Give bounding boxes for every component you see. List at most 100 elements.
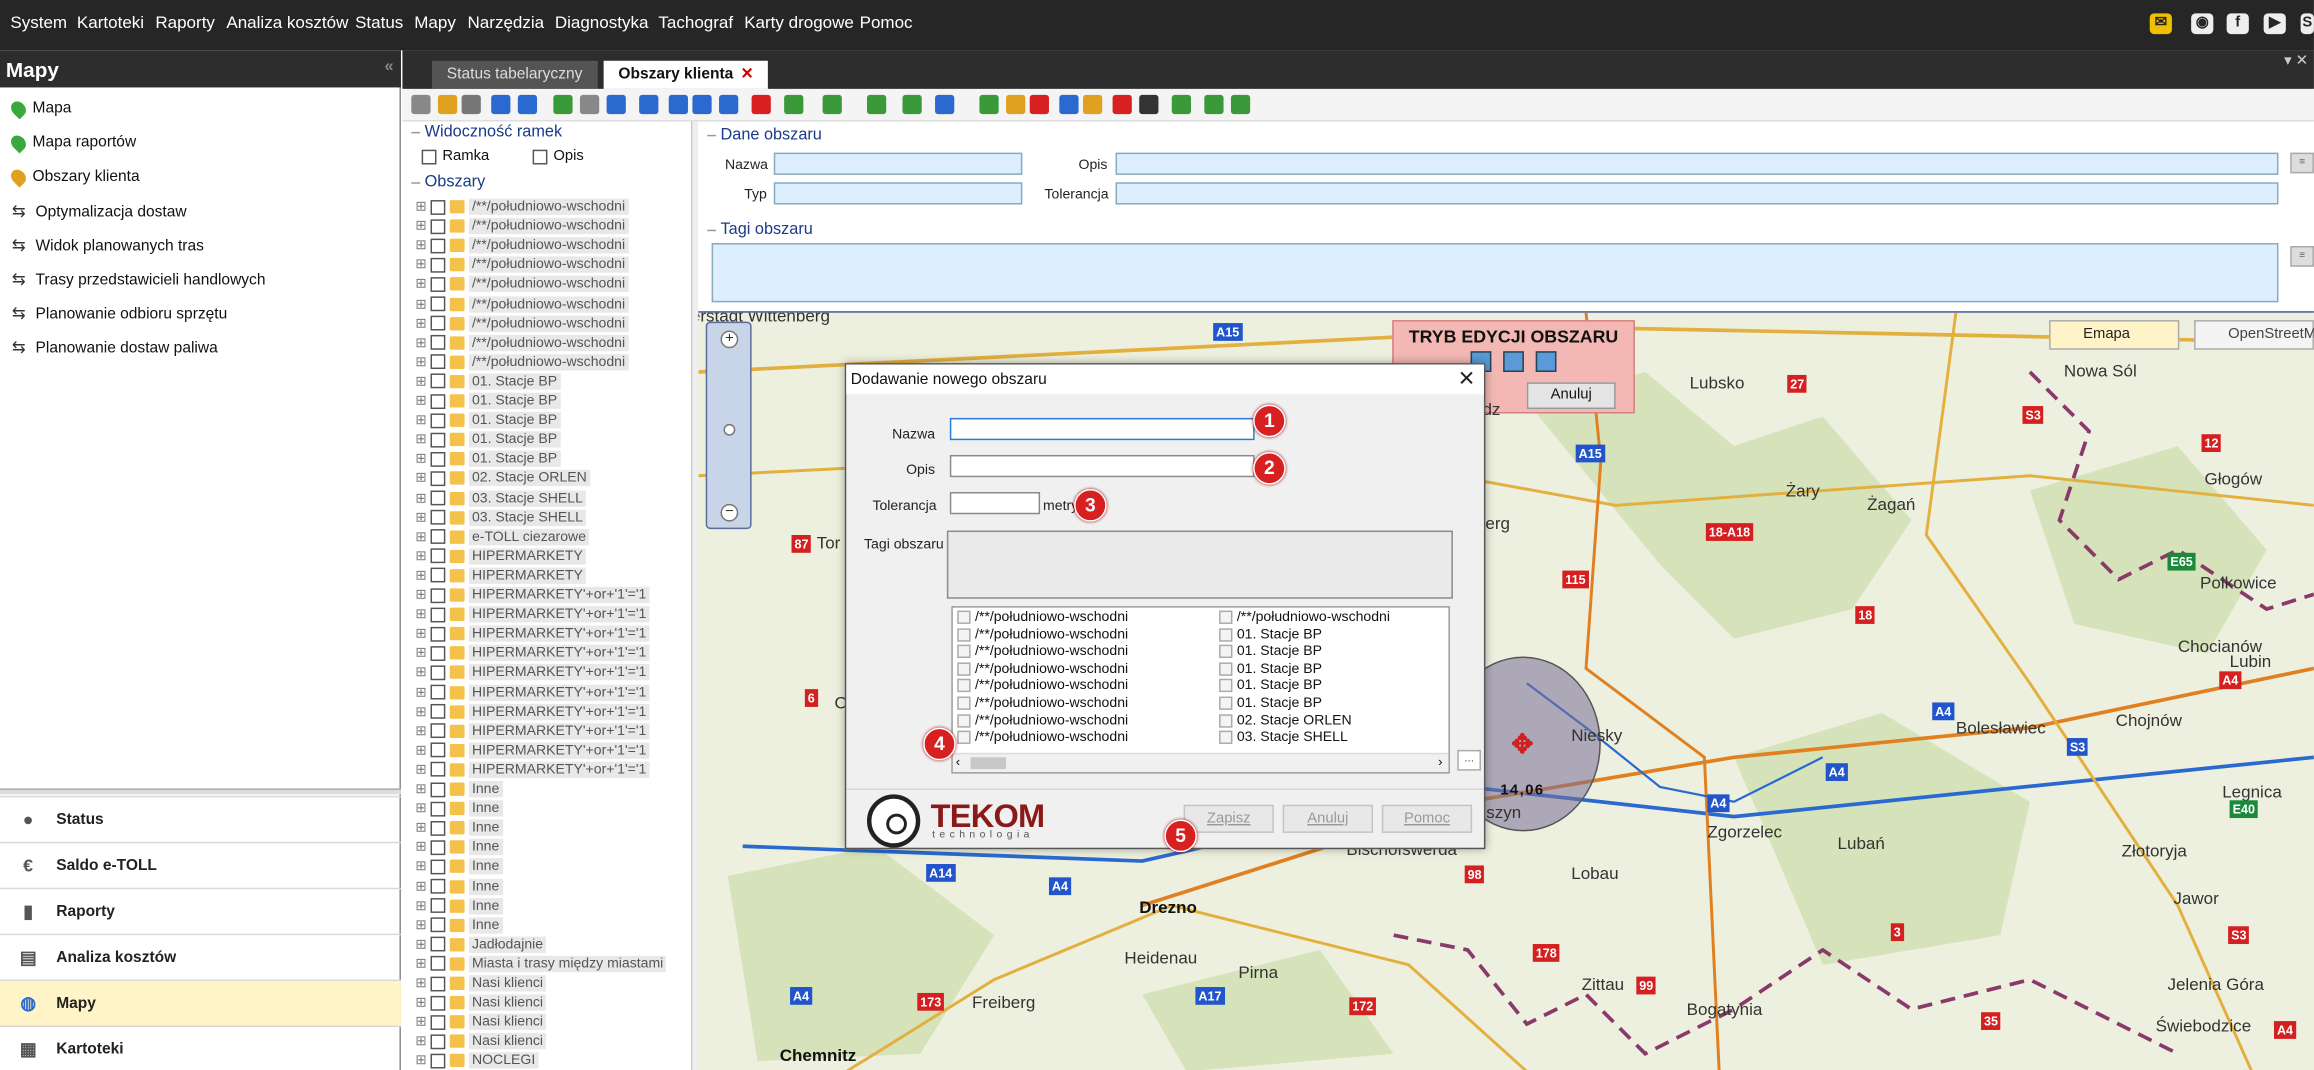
expand-icon[interactable]: ⊞: [414, 626, 427, 642]
tree-node[interactable]: ⊞ HIPERMARKETY'+or+'1'='1: [414, 605, 650, 624]
name-field[interactable]: [773, 152, 1023, 175]
checkbox[interactable]: [430, 568, 446, 584]
tree-node[interactable]: ⊞ 01. Stacje BP: [414, 430, 561, 449]
checkbox[interactable]: [430, 490, 446, 506]
checkbox[interactable]: [430, 1053, 446, 1069]
menu-tachograf[interactable]: Tachograf: [658, 15, 733, 33]
checkbox[interactable]: [430, 995, 446, 1011]
mail-icon[interactable]: ✉: [2149, 13, 2172, 35]
checkbox[interactable]: [430, 412, 446, 428]
tree-node[interactable]: ⊞ /**/południowo-wschodni: [414, 217, 629, 236]
checkbox[interactable]: [1219, 627, 1233, 642]
menu-kartoteki[interactable]: Kartoteki: [77, 15, 144, 33]
menu-diagnostyka[interactable]: Diagnostyka: [555, 15, 649, 33]
sidebar-item-odbior-sprzetu[interactable]: ⇆ Planowanie odbioru sprzętu: [12, 304, 227, 324]
expand-icon[interactable]: ⊞: [414, 412, 427, 428]
tree-node[interactable]: ⊞ 01. Stacje BP: [414, 391, 561, 410]
tree-node[interactable]: ⊞ Inne: [414, 838, 503, 857]
sidebar-item-optymalizacja[interactable]: ⇆ Optymalizacja dostaw: [12, 202, 187, 221]
desc-edit-button[interactable]: ≡: [2290, 152, 2314, 174]
expand-icon[interactable]: ⊞: [414, 334, 427, 350]
expand-icon[interactable]: ⊞: [414, 606, 427, 622]
checkbox[interactable]: [957, 610, 971, 624]
frame-checkbox[interactable]: Ramka: [421, 148, 489, 165]
checkbox[interactable]: [1219, 679, 1233, 693]
checkbox[interactable]: [430, 315, 446, 331]
panel-splitter[interactable]: [0, 788, 401, 795]
nav-mapy[interactable]: ◍ Mapy: [0, 979, 401, 1026]
tree-node[interactable]: ⊞ /**/południowo-wschodni: [414, 314, 629, 333]
expand-icon[interactable]: ⊞: [414, 509, 427, 525]
edit-cancel-button[interactable]: Anuluj: [1526, 382, 1616, 410]
checkbox[interactable]: [1219, 662, 1233, 676]
checkbox[interactable]: [430, 218, 446, 234]
tree-node[interactable]: ⊞ 03. Stacje SHELL: [414, 488, 586, 507]
frame-icon[interactable]: [1059, 94, 1079, 115]
tag-list-item[interactable]: 01. Stacje BP: [1219, 695, 1322, 711]
tree-node[interactable]: ⊞ HIPERMARKETY'+or+'1'='1: [414, 760, 650, 779]
sidebar-item-widok-tras[interactable]: ⇆ Widok planowanych tras: [12, 236, 204, 255]
menu-system[interactable]: System: [10, 15, 67, 33]
tree-node[interactable]: ⊞ 01. Stacje BP: [414, 449, 561, 468]
tree-node[interactable]: ⊞ HIPERMARKETY'+or+'1'='1: [414, 702, 650, 721]
checkbox[interactable]: [430, 335, 446, 351]
checkbox[interactable]: [430, 898, 446, 914]
expand-icon[interactable]: ⊞: [414, 1053, 427, 1069]
desc-field[interactable]: [1115, 152, 2279, 175]
expand-icon[interactable]: ⊞: [414, 529, 427, 545]
tree-node[interactable]: ⊞ /**/południowo-wschodni: [414, 294, 629, 313]
checkbox[interactable]: [957, 730, 971, 745]
zoom-in-icon[interactable]: [491, 94, 511, 115]
tree-node[interactable]: ⊞ /**/południowo-wschodni: [414, 333, 629, 352]
tree-node[interactable]: ⊞ Inne: [414, 780, 503, 799]
chart-icon[interactable]: [1171, 94, 1191, 115]
delete-icon[interactable]: [1029, 94, 1049, 115]
polygon-tool-icon[interactable]: [1535, 351, 1557, 372]
tag-list-item[interactable]: /**/południowo-wschodni: [957, 678, 1128, 694]
checkbox[interactable]: [957, 662, 971, 676]
save-button[interactable]: Zapisz: [1183, 804, 1274, 833]
checkbox[interactable]: [430, 839, 446, 855]
nav-status[interactable]: ● Status: [0, 795, 401, 842]
checkbox[interactable]: [1219, 696, 1233, 710]
tab-menu-icon[interactable]: ▾ ✕: [2284, 53, 2308, 69]
pdf-icon[interactable]: [784, 94, 804, 115]
checkbox[interactable]: [430, 762, 446, 778]
checkbox[interactable]: [430, 607, 446, 622]
tree-node[interactable]: ⊞ Inne: [414, 799, 503, 818]
expand-icon[interactable]: ⊞: [414, 451, 427, 467]
tag-list-item[interactable]: 01. Stacje BP: [1219, 643, 1322, 660]
scroll-left-icon[interactable]: ‹: [956, 754, 960, 769]
tree-node[interactable]: ⊞ Nasi klienci: [414, 993, 547, 1012]
tree-node[interactable]: ⊞ Inne: [414, 857, 503, 876]
tree-node[interactable]: ⊞ Nasi klienci: [414, 1012, 547, 1031]
expand-icon[interactable]: ⊞: [414, 975, 427, 991]
menu-narzedzia[interactable]: Narzędzia: [468, 15, 545, 33]
route-icon[interactable]: [902, 94, 922, 115]
expand-icon[interactable]: ⊞: [414, 1014, 427, 1030]
checkbox[interactable]: [430, 354, 446, 370]
binoculars-icon[interactable]: [1139, 94, 1159, 115]
expand-icon[interactable]: ⊞: [414, 393, 427, 409]
add-icon[interactable]: [979, 94, 999, 115]
zoom-control[interactable]: + −: [705, 321, 752, 530]
tree-node[interactable]: ⊞ Miasta i trasy między miastami: [414, 954, 667, 973]
tag-list-item[interactable]: /**/południowo-wschodni: [957, 729, 1128, 746]
expand-icon[interactable]: ⊞: [414, 839, 427, 855]
flag-icon[interactable]: [1204, 94, 1224, 115]
checkbox[interactable]: [430, 859, 446, 875]
osm-button[interactable]: OpenStreetMap: [2194, 320, 2314, 350]
expand-icon[interactable]: ⊞: [414, 917, 427, 933]
checkbox[interactable]: [957, 679, 971, 693]
checkbox[interactable]: [430, 374, 446, 389]
tab-status-tabelaryczny[interactable]: Status tabelaryczny: [432, 60, 598, 89]
tolerance-field[interactable]: [1115, 182, 2279, 205]
expand-icon[interactable]: ⊞: [414, 762, 427, 778]
tag-list-item[interactable]: 01. Stacje BP: [1219, 678, 1322, 694]
expand-icon[interactable]: ⊞: [414, 548, 427, 564]
tag-list-item[interactable]: /**/południowo-wschodni: [957, 712, 1128, 729]
list-hscrollbar[interactable]: ‹ ›: [952, 752, 1449, 773]
expand-icon[interactable]: ⊞: [414, 781, 427, 797]
expand-icon[interactable]: ⊞: [414, 1033, 427, 1049]
tag-list-item[interactable]: /**/południowo-wschodni: [957, 626, 1128, 643]
